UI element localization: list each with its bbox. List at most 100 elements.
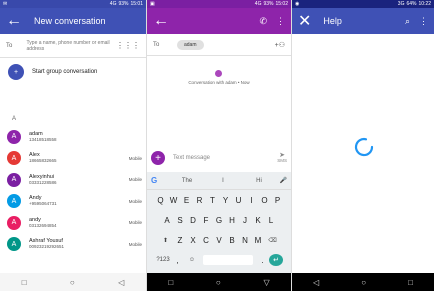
key[interactable]: S [174,216,187,225]
recents-icon[interactable]: □ [168,278,173,287]
list-item[interactable]: A Alex 18665832665 Mobile [0,148,146,170]
key[interactable]: L [265,216,278,225]
key[interactable]: H [226,216,239,225]
compose-screen: ▣ 4G 93% 15:02 ← ✆ ⋮ To adam +⚇ Conversa… [146,0,291,291]
list-item[interactable]: A Andy +9595064731 Mobile [0,191,146,213]
backspace-icon[interactable]: ⌫ [265,237,281,244]
nav-bar: □ ○ ▽ [147,273,291,291]
key[interactable]: K [252,216,265,225]
key[interactable]: O [258,196,271,205]
symbols-key[interactable]: ?123 [155,257,171,263]
home-icon[interactable]: ○ [361,278,366,287]
space-key[interactable] [203,255,253,265]
recipient-bar: To adam +⚇ [147,34,291,56]
recents-icon[interactable]: □ [22,278,27,287]
battery-level: 64% [406,1,417,7]
help-screen: ◉ 3G 64% 10:22 ✕ Help ⌕ ⋮ ◁ ○ □ [291,0,434,291]
recents-icon[interactable]: □ [408,278,413,287]
send-button[interactable]: ➤ SMS [277,152,287,163]
add-people-icon[interactable]: +⚇ [275,41,285,49]
dialpad-icon[interactable]: ⋮⋮⋮ [116,41,140,50]
key[interactable]: T [206,196,219,205]
key[interactable]: B [226,236,239,245]
close-icon[interactable]: ✕ [298,11,311,31]
call-icon[interactable]: ✆ [259,16,267,27]
google-icon[interactable]: G [151,176,169,185]
back-icon[interactable]: ◁ [313,278,319,287]
list-item[interactable]: A Ashraf Yousuf 00923219292651 Mobile [0,234,146,256]
key-row-1: Q W E R T Y U I O P [147,190,291,210]
key[interactable]: W [167,196,180,205]
key[interactable]: M [252,236,265,245]
suggestion-strip: G The I Hi 🎤 [147,172,291,190]
key[interactable]: U [232,196,245,205]
keyboard: G The I Hi 🎤 Q W E R T Y U I O P A S D F… [147,172,291,273]
back-icon[interactable]: ◁ [118,278,124,287]
notification-icon: ▣ [150,1,155,7]
conversation-info: Conversation with adam • Now [188,80,250,85]
key[interactable]: D [187,216,200,225]
clock: 15:01 [130,1,143,7]
suggestion[interactable]: I [205,178,241,184]
home-icon[interactable]: ○ [216,278,221,287]
contact-phone: 00923219292651 [29,244,65,250]
network-indicator: 4G [109,1,117,7]
key[interactable]: N [239,236,252,245]
key[interactable]: R [193,196,206,205]
contact-list: A adam 13418518558 A Alex 18665832665 Mobi… [0,126,146,255]
list-item[interactable]: A adam 13418518558 [0,126,146,148]
key[interactable]: F [200,216,213,225]
app-bar: ✕ Help ⌕ ⋮ [292,8,434,34]
recipient-input[interactable]: Type a name, phone number or email addre… [27,40,116,52]
key-row-4: ?123 , ☺ . ↵ [147,250,291,270]
emoji-icon[interactable]: ☺ [184,257,200,263]
key[interactable]: P [271,196,284,205]
suggestion[interactable]: Hi [241,178,277,184]
message-input[interactable]: Text message [173,155,210,161]
start-group-conversation[interactable]: + Start group conversation [8,64,97,80]
key[interactable]: C [200,236,213,245]
more-options-icon[interactable]: ⋮ [276,16,285,27]
mic-icon[interactable]: 🎤 [277,177,287,184]
key[interactable]: G [213,216,226,225]
contact-type: Mobile [128,241,142,247]
avatar: A [7,237,21,252]
send-label: SMS [277,158,287,163]
avatar: A [7,215,21,230]
contact-phone: 18665832665 [29,158,57,164]
key[interactable]: X [187,236,200,245]
key[interactable]: Q [154,196,167,205]
key[interactable]: I [245,196,258,205]
list-item[interactable]: A andy 03132694854 Mobile [0,212,146,234]
home-icon[interactable]: ○ [70,278,75,287]
group-add-icon: + [8,64,24,80]
more-options-icon[interactable]: ⋮ [419,16,428,27]
contact-type: Mobile [128,177,142,182]
key[interactable]: E [180,196,193,205]
network-indicator: 4G [254,1,262,7]
suggestion[interactable]: The [169,178,205,184]
recipient-chip[interactable]: adam [177,39,204,50]
key[interactable]: V [213,236,226,245]
key[interactable]: Z [174,236,187,245]
loading-spinner-icon [354,137,374,157]
nav-bar: □ ○ ◁ [0,273,146,291]
key[interactable]: A [161,216,174,225]
contact-type: Mobile [128,155,142,161]
clock: 10:22 [418,1,431,7]
back-arrow-icon[interactable]: ← [6,12,22,30]
contact-type: Mobile [128,198,142,204]
back-arrow-icon[interactable]: ← [153,12,169,30]
avatar: A [7,129,21,144]
period-key[interactable]: . [256,256,269,265]
key[interactable]: Y [219,196,232,205]
key[interactable]: J [239,216,252,225]
enter-icon[interactable]: ↵ [269,254,283,266]
comma-key[interactable]: , [171,256,184,265]
contact-avatar-small [215,70,222,77]
back-icon[interactable]: ▽ [263,278,269,287]
list-item[interactable]: A Alexyinhui 03331228586 Mobile [0,169,146,191]
shift-icon[interactable]: ⬆ [158,237,174,244]
attach-plus-button[interactable]: + [151,151,165,165]
search-icon[interactable]: ⌕ [405,16,410,27]
